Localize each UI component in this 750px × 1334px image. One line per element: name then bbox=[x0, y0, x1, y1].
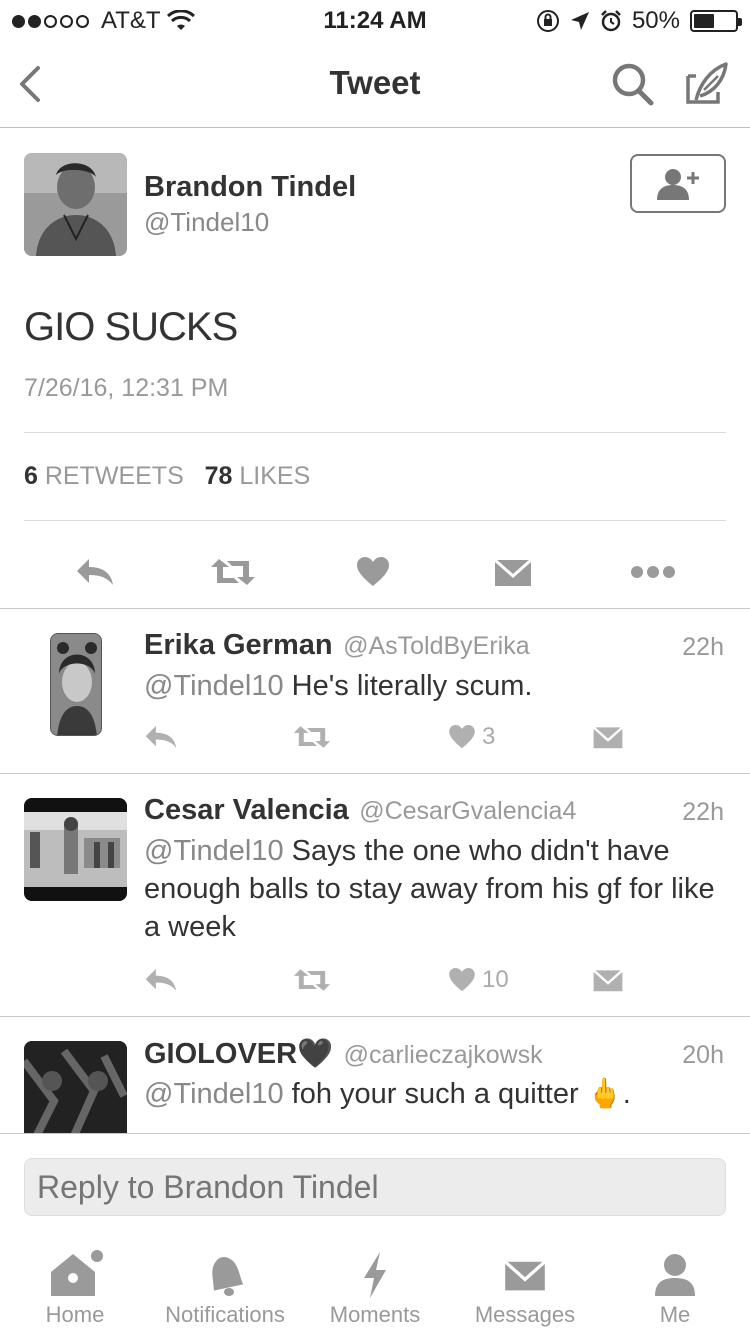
tab-home[interactable]: Home bbox=[0, 1236, 150, 1334]
reply-avatar[interactable] bbox=[24, 1041, 127, 1133]
direct-message-icon[interactable] bbox=[592, 717, 624, 757]
reply-author-handle: @carlieczajkowsk bbox=[343, 1041, 543, 1069]
retweets-count[interactable]: 6 bbox=[24, 462, 38, 490]
tab-label: Notifications bbox=[165, 1302, 285, 1327]
reply-body: foh your such a quitter 🖕. bbox=[283, 1078, 631, 1110]
battery-percent: 50% bbox=[631, 7, 680, 34]
reply-text: @Tindel10 He's literally scum. bbox=[144, 667, 734, 705]
tab-label: Me bbox=[659, 1302, 691, 1327]
divider bbox=[24, 432, 726, 433]
reply-timestamp: 20h bbox=[682, 1041, 724, 1069]
compose-tweet-icon[interactable] bbox=[682, 60, 730, 108]
tab-moments[interactable]: Moments bbox=[300, 1236, 450, 1334]
reply-body: He's literally scum. bbox=[283, 670, 533, 702]
author-name[interactable]: Brandon Tindel bbox=[144, 171, 356, 204]
like-count: 10 bbox=[482, 966, 509, 993]
person-icon bbox=[647, 1250, 703, 1300]
reply-timestamp: 22h bbox=[682, 633, 724, 661]
reply-icon[interactable] bbox=[70, 547, 120, 597]
author-avatar[interactable] bbox=[24, 153, 127, 256]
reply-action-bar: 10 bbox=[144, 960, 644, 1000]
search-icon[interactable] bbox=[610, 60, 656, 108]
location-arrow-icon bbox=[570, 12, 589, 30]
direct-message-icon[interactable] bbox=[592, 960, 624, 1000]
reply-composer bbox=[0, 1133, 750, 1236]
reply-author-name[interactable]: Cesar Valencia bbox=[144, 794, 349, 826]
reply-mention[interactable]: @Tindel10 bbox=[144, 670, 284, 702]
reply-text: @Tindel10 foh your such a quitter 🖕. bbox=[144, 1075, 734, 1113]
reply-avatar[interactable] bbox=[50, 633, 102, 736]
like-heart-icon[interactable] bbox=[348, 547, 398, 597]
divider bbox=[24, 520, 726, 521]
tweet-stats: 6 RETWEETS 78 LIKES bbox=[24, 462, 310, 491]
divider bbox=[0, 773, 750, 774]
like-count: 3 bbox=[482, 723, 496, 750]
tweet-timestamp: 7/26/16, 12:31 PM bbox=[24, 374, 229, 402]
reply-icon[interactable] bbox=[144, 960, 178, 1000]
reply-timestamp: 22h bbox=[682, 798, 724, 826]
navigation-bar: Tweet bbox=[0, 40, 750, 128]
tab-me[interactable]: Me bbox=[600, 1236, 750, 1334]
tab-label: Moments bbox=[329, 1302, 421, 1327]
add-user-icon bbox=[657, 168, 699, 200]
like-heart-icon[interactable]: 3 bbox=[448, 717, 495, 757]
reply-header: Cesar Valencia @CesarGvalencia4 bbox=[144, 794, 576, 827]
battery-icon bbox=[690, 10, 742, 32]
rotation-lock-icon bbox=[536, 10, 559, 32]
reply-mention[interactable]: @Tindel10 bbox=[144, 1078, 284, 1110]
status-bar: AT&T 11:24 AM 50% bbox=[0, 0, 750, 40]
follow-button[interactable] bbox=[630, 154, 726, 213]
reply-action-bar: 3 bbox=[144, 717, 644, 757]
reply-author-handle: @AsToldByErika bbox=[343, 632, 530, 660]
tweet-action-bar bbox=[0, 541, 750, 611]
direct-message-icon[interactable] bbox=[488, 547, 538, 597]
reply-author-name[interactable]: GIOLOVER🖤 bbox=[144, 1038, 333, 1070]
alarm-icon bbox=[601, 10, 621, 32]
reply-icon[interactable] bbox=[144, 717, 178, 757]
divider bbox=[0, 608, 750, 609]
reply-text: @Tindel10 Says the one who didn't have e… bbox=[144, 832, 734, 946]
reply-author-name[interactable]: Erika German bbox=[144, 629, 333, 661]
reply-header: Erika German @AsToldByErika bbox=[144, 629, 530, 662]
envelope-icon bbox=[497, 1250, 553, 1300]
tweet-text: GIO SUCKS bbox=[24, 305, 238, 349]
likes-count[interactable]: 78 bbox=[205, 462, 233, 490]
lightning-icon bbox=[347, 1250, 403, 1300]
reply-tweet[interactable]: GIOLOVER🖤 @carlieczajkowsk 20h @Tindel10… bbox=[0, 1017, 750, 1133]
reply-input[interactable] bbox=[24, 1158, 726, 1216]
retweets-label[interactable]: RETWEETS bbox=[45, 462, 184, 490]
like-heart-icon[interactable]: 10 bbox=[448, 960, 509, 1000]
tab-label: Messages bbox=[474, 1302, 576, 1327]
retweet-icon[interactable] bbox=[292, 717, 332, 757]
author-handle: @Tindel10 bbox=[144, 207, 270, 237]
home-icon bbox=[47, 1250, 103, 1300]
likes-label[interactable]: LIKES bbox=[239, 462, 310, 490]
tab-label: Home bbox=[45, 1302, 105, 1327]
more-options-icon[interactable] bbox=[628, 547, 678, 597]
retweet-icon[interactable] bbox=[292, 960, 332, 1000]
reply-mention[interactable]: @Tindel10 bbox=[144, 835, 284, 867]
retweet-icon[interactable] bbox=[208, 547, 258, 597]
bell-icon bbox=[197, 1250, 253, 1300]
tab-notifications[interactable]: Notifications bbox=[150, 1236, 300, 1334]
tab-messages[interactable]: Messages bbox=[450, 1236, 600, 1334]
reply-header: GIOLOVER🖤 @carlieczajkowsk bbox=[144, 1037, 543, 1071]
reply-avatar[interactable] bbox=[24, 798, 127, 901]
reply-author-handle: @CesarGvalencia4 bbox=[359, 797, 577, 825]
tab-bar: Home Notifications Moments Messages Me bbox=[0, 1236, 750, 1334]
